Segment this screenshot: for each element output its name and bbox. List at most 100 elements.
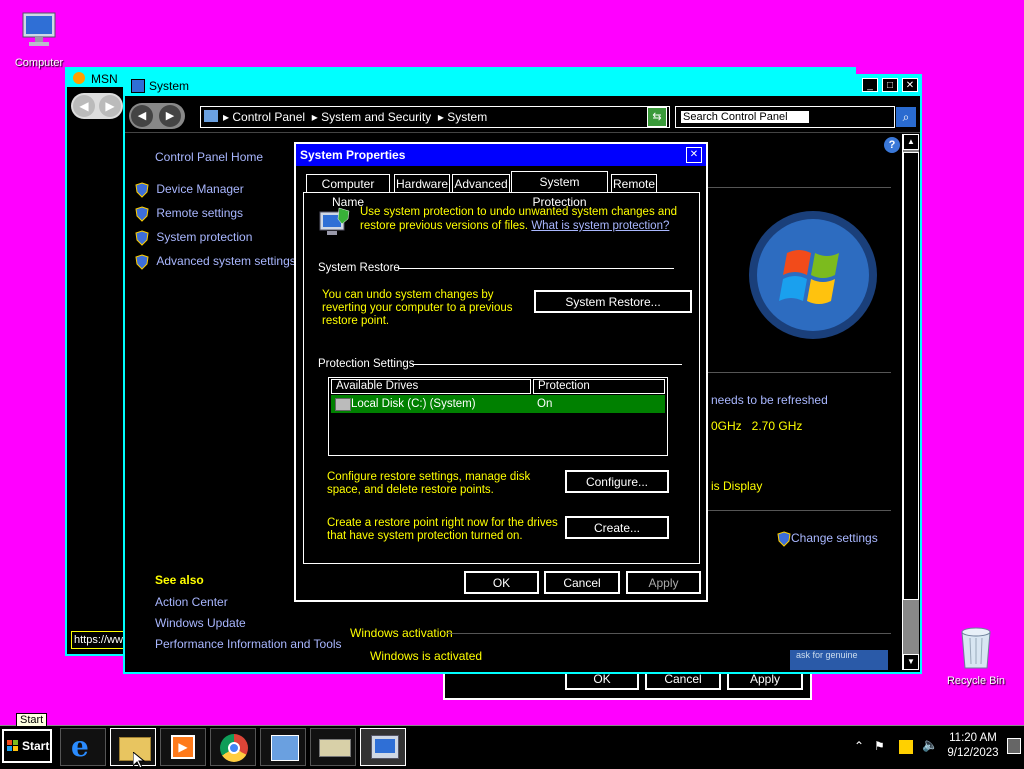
see-also-heading: See also xyxy=(155,573,204,587)
sidebar-item-label: Device Manager xyxy=(156,182,244,197)
change-settings-link[interactable]: Change settings xyxy=(777,531,878,547)
configure-button[interactable]: Configure... xyxy=(564,469,670,494)
sidebar-item-remote-settings[interactable]: Remote settings xyxy=(135,206,243,222)
breadcrumb-item[interactable]: Control Panel xyxy=(232,110,305,124)
shield-icon xyxy=(135,182,149,198)
tab-computer-name[interactable]: Computer Name xyxy=(306,174,390,209)
tab-remote[interactable]: Remote xyxy=(611,174,657,192)
refresh-icon[interactable]: ⇆ xyxy=(647,107,667,127)
activation-heading: Windows activation xyxy=(350,626,453,640)
recycle-bin-label: Recycle Bin xyxy=(946,675,1006,687)
minimize-button[interactable]: _ xyxy=(862,78,878,92)
recycle-bin-icon xyxy=(961,627,991,669)
shield-icon xyxy=(135,230,149,246)
scroll-thumb[interactable] xyxy=(903,152,919,600)
display-fragment: is Display xyxy=(711,479,763,493)
drive-icon xyxy=(335,398,351,411)
drive-name: Local Disk (C:) (System) xyxy=(351,398,476,410)
apply-button[interactable]: Apply xyxy=(625,570,702,595)
start-button[interactable]: Start xyxy=(2,729,52,763)
column-header-protection[interactable]: Protection xyxy=(533,379,665,394)
cancel-button[interactable]: Cancel xyxy=(543,570,621,595)
action-center-flag-icon[interactable]: ⚑ xyxy=(874,739,888,753)
genuine-banner[interactable]: ask for genuine xyxy=(790,650,888,670)
breadcrumb-item[interactable]: System and Security xyxy=(321,110,431,124)
see-also-performance[interactable]: Performance Information and Tools xyxy=(155,637,342,651)
refresh-fragment: needs to be refreshed xyxy=(711,393,828,407)
back-arrow-icon[interactable]: ◀ xyxy=(131,105,153,127)
close-button[interactable]: ✕ xyxy=(902,78,918,92)
drives-table: Available Drives Protection Local Disk (… xyxy=(328,377,668,456)
sidebar-item-label: Advanced system settings xyxy=(156,254,296,269)
taskbar-control-panel[interactable] xyxy=(260,728,306,766)
shield-icon xyxy=(135,206,149,222)
sidebar-item-advanced-settings[interactable]: Advanced system settings xyxy=(135,254,296,270)
taskbar-chrome[interactable] xyxy=(210,728,256,766)
dialog-titlebar[interactable]: System Properties ✕ xyxy=(296,144,706,166)
activation-status: Windows is activated xyxy=(370,649,483,663)
column-header-drives[interactable]: Available Drives xyxy=(331,379,531,394)
create-button[interactable]: Create... xyxy=(564,515,670,540)
taskbar-system[interactable] xyxy=(360,728,406,766)
search-icon[interactable]: ⌕ xyxy=(896,107,916,127)
scroll-up-icon[interactable]: ▲ xyxy=(903,134,919,150)
system-restore-button[interactable]: System Restore... xyxy=(533,289,693,314)
system-nav-bar: ◀ ▶ ▸ Control Panel ▸ System and Securit… xyxy=(125,96,920,133)
recycle-bin-desktop-icon[interactable]: Recycle Bin xyxy=(938,624,1014,687)
volume-icon[interactable]: 🔈 xyxy=(922,737,938,753)
msn-back-icon[interactable]: ◀ xyxy=(73,95,95,117)
maximize-button[interactable]: □ xyxy=(882,78,898,92)
breadcrumb-item[interactable]: System xyxy=(447,110,487,124)
tab-advanced[interactable]: Advanced xyxy=(452,174,510,192)
windows-logo-icon xyxy=(749,211,877,339)
internet-explorer-icon: e xyxy=(71,730,89,763)
control-panel-home-link[interactable]: Control Panel Home xyxy=(155,150,263,164)
tab-hardware[interactable]: Hardware xyxy=(394,174,450,192)
taskbar-internet-explorer[interactable]: e xyxy=(60,728,106,766)
table-row[interactable]: Local Disk (C:) (System) On xyxy=(331,395,665,413)
system-protection-icon xyxy=(319,207,350,235)
scroll-down-icon[interactable]: ▼ xyxy=(903,654,919,670)
system-window-title: System xyxy=(149,79,190,93)
computer-desktop-icon[interactable]: Computer xyxy=(8,10,70,69)
sidebar-item-label: System protection xyxy=(156,230,253,245)
system-titlebar[interactable]: System _ □ ✕ xyxy=(125,76,920,96)
scrollbar[interactable]: ▲ ▼ xyxy=(902,134,919,670)
mouse-cursor-icon xyxy=(133,752,145,768)
taskbar-app[interactable] xyxy=(310,728,356,766)
help-icon[interactable]: ? xyxy=(884,137,900,153)
divider xyxy=(685,187,891,188)
configure-description: Configure restore settings, manage disk … xyxy=(327,471,531,496)
msn-url-field[interactable]: https://ww xyxy=(71,631,131,649)
tab-system-protection[interactable]: System Protection xyxy=(511,171,608,209)
divider xyxy=(685,372,891,373)
create-description: Create a restore point right now for the… xyxy=(327,517,558,542)
address-bar[interactable]: ▸ Control Panel ▸ System and Security ▸ … xyxy=(200,106,670,128)
ok-button[interactable]: OK xyxy=(463,570,540,595)
clock-date: 9/12/2023 xyxy=(947,747,999,759)
msn-forward-icon[interactable]: ▶ xyxy=(99,95,121,117)
forward-arrow-icon[interactable]: ▶ xyxy=(159,105,181,127)
show-desktop-button[interactable] xyxy=(1007,738,1021,754)
msn-logo-icon xyxy=(73,72,85,84)
intro-text: Use system protection to undo unwanted s… xyxy=(360,205,680,233)
taskbar-media-player[interactable]: ▶ xyxy=(160,728,206,766)
what-is-protection-link[interactable]: What is system protection? xyxy=(531,220,669,232)
nav-buttons: ◀ ▶ xyxy=(129,103,185,129)
show-hidden-icons[interactable]: ⌃ xyxy=(854,739,864,753)
msn-nav-buttons: ◀ ▶ xyxy=(71,93,123,119)
clock[interactable]: 11:20 AM 9/12/2023 xyxy=(940,731,1006,761)
search-input[interactable] xyxy=(680,110,810,124)
start-tooltip: Start xyxy=(16,713,48,727)
see-also-windows-update[interactable]: Windows Update xyxy=(155,616,246,630)
dialog-close-icon[interactable]: ✕ xyxy=(686,147,702,163)
system-window-icon xyxy=(131,79,145,93)
processor-speed-fragment: 0GHz 2.70 GHz xyxy=(711,419,803,433)
msn-title: MSN xyxy=(91,72,118,86)
network-icon[interactable] xyxy=(898,739,914,755)
sidebar-item-system-protection[interactable]: System protection xyxy=(135,230,252,246)
change-settings-label: Change settings xyxy=(791,531,878,546)
see-also-action-center[interactable]: Action Center xyxy=(155,595,228,609)
sidebar-item-device-manager[interactable]: Device Manager xyxy=(135,182,244,198)
breadcrumb: ▸ Control Panel ▸ System and Security ▸ … xyxy=(223,110,488,124)
